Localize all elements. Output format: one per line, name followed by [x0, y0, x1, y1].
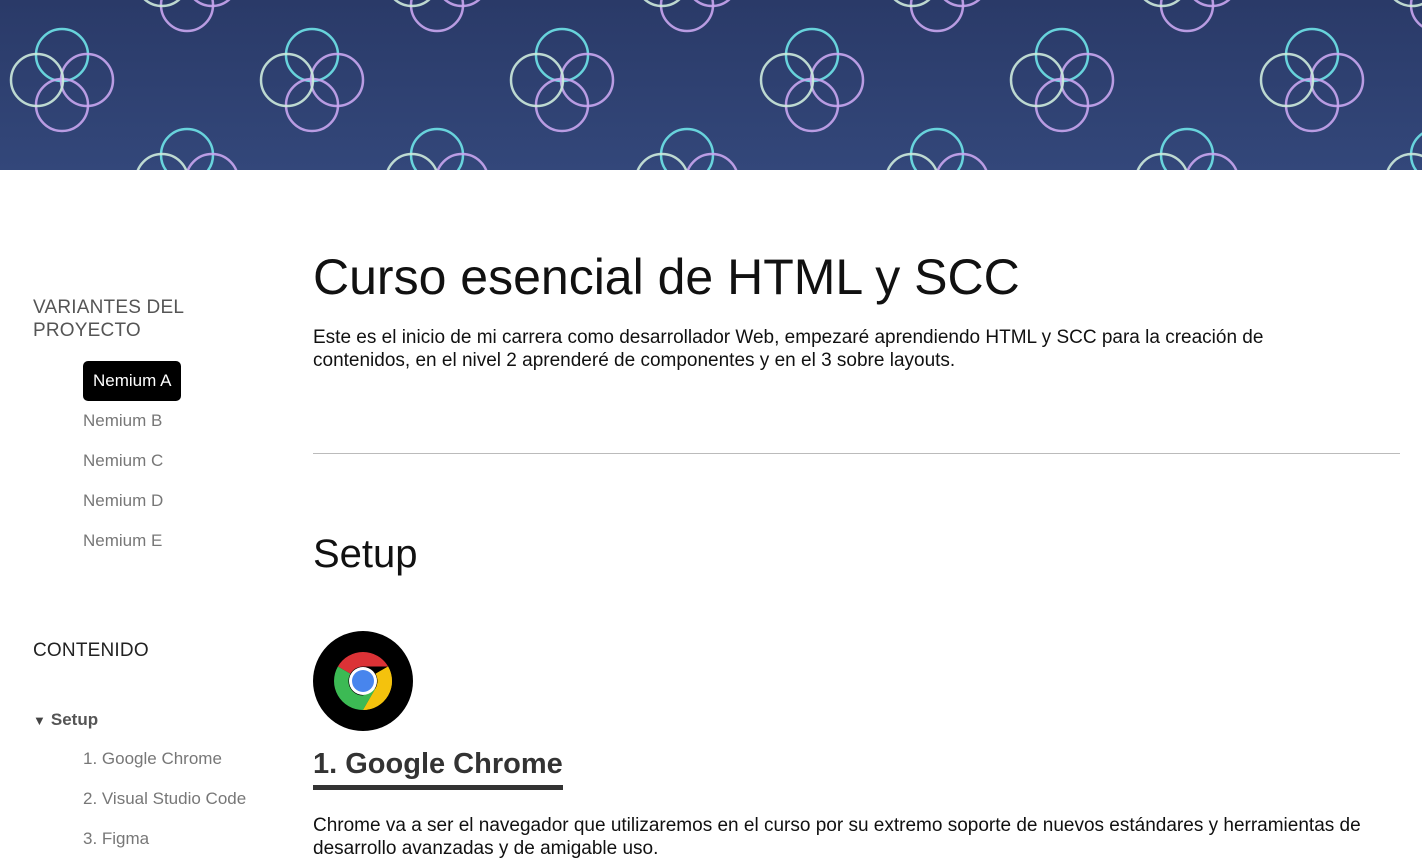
- variant-nemium-a[interactable]: Nemium A: [83, 361, 182, 401]
- variant-nemium-b[interactable]: Nemium B: [83, 401, 162, 441]
- variant-nemium-d[interactable]: Nemium D: [83, 481, 163, 521]
- tool-title-google-chrome: 1. Google Chrome: [313, 748, 563, 790]
- toc-group-label: Setup: [50, 710, 99, 729]
- page-title: Curso esencial de HTML y SCC: [313, 249, 1020, 305]
- toc-item-figma[interactable]: 3. Figma: [83, 829, 149, 849]
- variants-heading: VARIANTES DEL PROYECTO: [33, 297, 184, 341]
- toc-item-google-chrome[interactable]: 1. Google Chrome: [83, 749, 222, 769]
- header-banner: [0, 0, 1422, 170]
- banner-pattern: [9, 0, 1422, 170]
- divider: [313, 453, 1400, 454]
- caret-down-icon: ▼: [33, 713, 46, 728]
- chrome-logo-icon: [313, 631, 413, 731]
- section-title-setup: Setup: [313, 532, 418, 576]
- toc-item-visual-studio-code[interactable]: 2. Visual Studio Code: [83, 789, 246, 809]
- toc-group-setup[interactable]: ▼ Setup: [33, 710, 98, 730]
- intro-paragraph: Este es el inicio de mi carrera como des…: [313, 327, 1264, 371]
- variant-nemium-c[interactable]: Nemium C: [83, 441, 163, 481]
- variant-nemium-e[interactable]: Nemium E: [83, 521, 162, 561]
- contents-heading: CONTENIDO: [33, 640, 149, 661]
- tool-description: Chrome va a ser el navegador que utiliza…: [313, 815, 1361, 859]
